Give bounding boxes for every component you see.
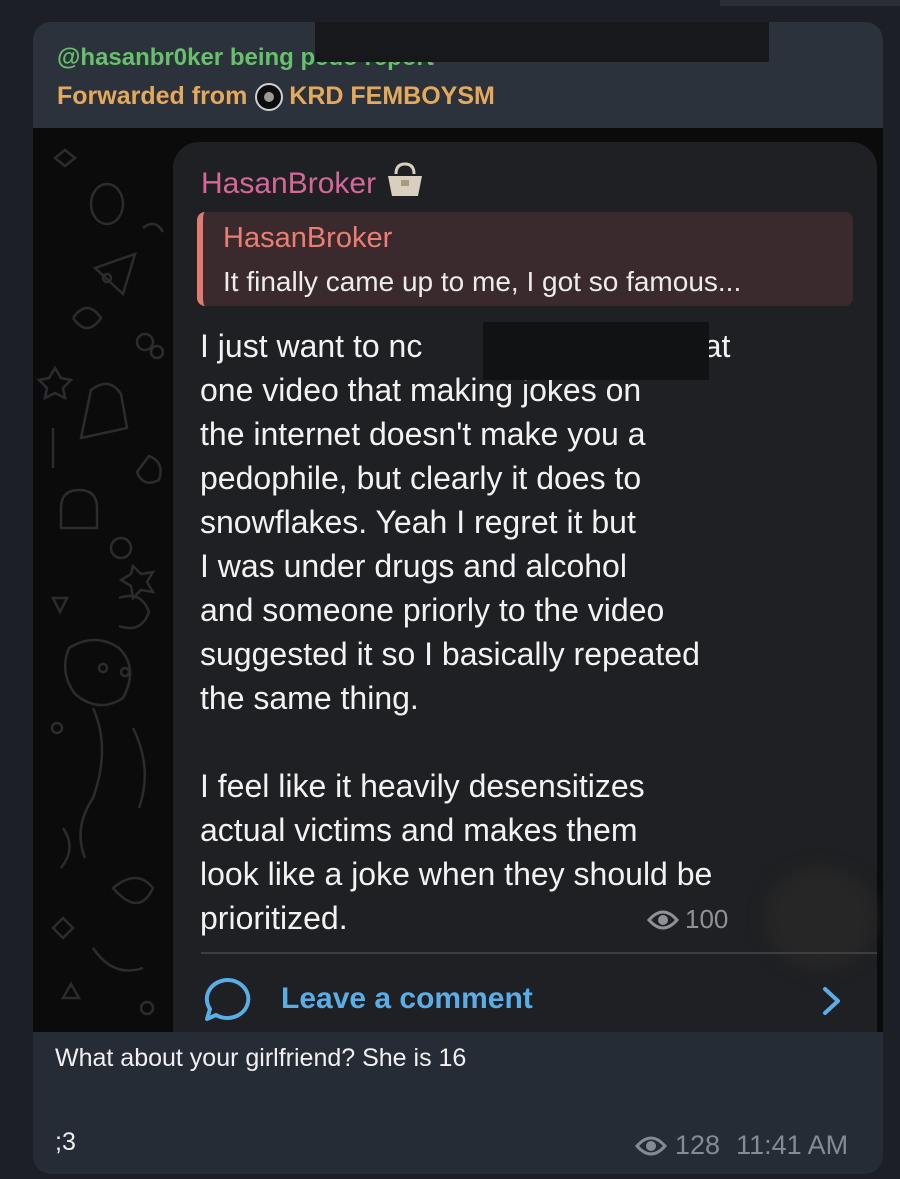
message-caption: What about your girlfriend? She is 16 [55,1044,467,1072]
forwarded-channel[interactable]: KRD FEMBOYSM [289,82,495,111]
redaction-bar [483,322,709,380]
reply-quote[interactable]: HasanBroker It finally came up to me, I … [197,212,853,306]
reply-author: HasanBroker [223,222,393,254]
body2-line-2: look like a joke when they should be [200,856,713,892]
eye-icon [647,910,679,929]
forwarded-message-bubble[interactable]: @hasanbr0ker being pedo report Forwarded… [33,22,883,1174]
attached-screenshot[interactable]: HasanBroker HasanBroker It finally came … [33,128,883,1032]
leave-comment-label: Leave a comment [281,982,533,1015]
inner-views: 100 [647,904,728,935]
inner-message: HasanBroker HasanBroker It finally came … [173,142,877,1032]
body-line-4: snowflakes. Yeah I regret it but [200,504,636,540]
forwarded-prefix: Forwarded from [57,82,248,110]
body2-line-0: I feel like it heavily desensitizes [200,768,645,804]
eye-icon [635,1136,667,1155]
body-line-2: the internet doesn't make you a [200,416,646,452]
forwarded-from[interactable]: Forwarded from KRD FEMBOYSM [57,82,495,111]
body-line-3: pedophile, but clearly it does to [200,460,642,496]
comment-divider [201,952,877,954]
body2-line-1: actual victims and makes them [200,812,638,848]
handbag-icon [384,162,426,206]
reply-text: It finally came up to me, I got so famou… [223,266,742,297]
message-body: I just want to nc one video that making … [200,324,840,940]
comment-bubble-icon [204,977,251,1021]
body-line-5: I was under drugs and alcohol [200,548,627,584]
inner-author-name: HasanBroker [201,167,377,200]
top-edge-strip [720,0,900,6]
message-header: @hasanbr0ker being pedo report Forwarded… [33,22,883,128]
inner-author[interactable]: HasanBroker [201,162,426,206]
message-time: 11:41 AM [736,1130,849,1160]
channel-avatar [255,82,284,111]
inner-views-count: 100 [685,904,729,934]
chat-background-doodles [36,148,165,1016]
body-line-6: and someone priorly to the video [200,592,665,628]
message-caption-line2: ;3 [55,1128,76,1156]
body2-line-3: prioritized. [200,900,348,936]
message-meta: 128 11:41 AM [635,1130,848,1161]
views-count: 128 [675,1130,721,1160]
body-line-8: the same thing. [200,680,419,716]
redaction-bar [315,22,769,62]
chevron-right-icon[interactable] [821,986,843,1016]
leave-comment-button[interactable]: Leave a comment [203,976,533,1022]
body-line-7: suggested it so I basically repeated [200,636,700,672]
